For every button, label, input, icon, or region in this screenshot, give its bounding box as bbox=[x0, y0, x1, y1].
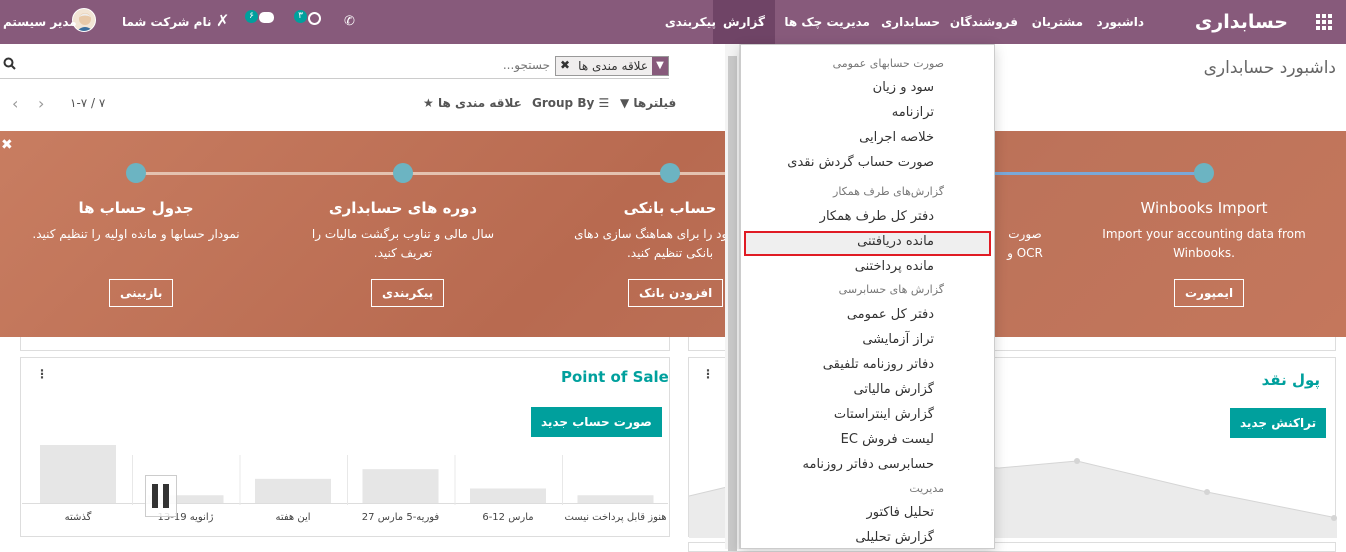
step-title: دوره های حسابداری bbox=[328, 199, 478, 217]
menu-item[interactable]: گزارش تحلیلی bbox=[855, 530, 934, 545]
menu-section-header: گزارش های حسابرسی bbox=[838, 283, 944, 296]
menu-item[interactable]: خلاصه اجرایی bbox=[859, 130, 934, 145]
chart-bar[interactable] bbox=[40, 445, 116, 503]
step-description: سال مالی و تناوب برگشت مالیات را تعریف ک… bbox=[311, 227, 495, 260]
close-icon[interactable]: ✖ bbox=[1, 137, 13, 153]
onboarding-step-chart-of-accounts: جدول حساب ها نمودار حسابها و مانده اولیه… bbox=[16, 131, 256, 337]
card-stub bbox=[20, 337, 670, 351]
step-dot bbox=[126, 163, 146, 183]
step-dot bbox=[1194, 163, 1214, 183]
menu-item[interactable]: صورت حساب گردش نقدی bbox=[787, 155, 934, 170]
menu-item[interactable]: مانده دریافتنی bbox=[857, 234, 934, 249]
menu-item[interactable]: دفتر کل طرف همکار bbox=[820, 209, 934, 224]
new-transaction-button[interactable]: تراکنش جدید bbox=[1230, 408, 1327, 438]
menu-item[interactable]: ترازنامه bbox=[892, 105, 934, 120]
page-title: داشبورد حسابداری bbox=[1203, 58, 1336, 78]
step-description: Import your accounting data from Winbook… bbox=[1102, 227, 1306, 260]
chart-bar[interactable] bbox=[470, 488, 546, 504]
reporting-dropdown: صورت حسابهای عمومی سود و زیان ترازنامه خلاص… bbox=[740, 44, 995, 549]
menu-item[interactable]: تراز آزمایشی bbox=[862, 332, 934, 347]
chart-tick-label: این هفته bbox=[275, 512, 311, 523]
scrollbar-thumb[interactable] bbox=[728, 56, 737, 551]
pager-previous-button[interactable]: ‹ bbox=[12, 94, 18, 113]
add-bank-button[interactable]: افزودن بانک bbox=[628, 279, 724, 307]
onboarding-banner: ✖ جدول حساب ها نمودار حسابها و مانده اول… bbox=[0, 131, 1346, 337]
nav-customers[interactable]: مشتریان bbox=[1032, 0, 1083, 44]
facet-label: علاقه مندی ها bbox=[578, 59, 648, 73]
nav-dashboard[interactable]: داشبورد bbox=[1096, 0, 1144, 44]
nav-cheque-management[interactable]: مدیریت چک ها bbox=[784, 0, 870, 44]
nav-reporting[interactable]: گزارش bbox=[712, 0, 775, 44]
chart-bar[interactable] bbox=[362, 469, 439, 503]
phone-icon[interactable]: ✆ bbox=[344, 14, 355, 29]
chart-tick-label: هنوز قابل پرداخت نیست bbox=[564, 512, 667, 523]
pager-next-button[interactable]: › bbox=[38, 94, 44, 113]
menu-item[interactable]: گزارش اینتراستات bbox=[834, 407, 934, 422]
pos-chart bbox=[40, 445, 654, 505]
onboarding-step-winbooks: Winbooks Import Import your accounting d… bbox=[1084, 131, 1324, 337]
menu-item[interactable]: دفتر کل عمومی bbox=[847, 307, 934, 322]
debug-tools-icon[interactable]: ✗ bbox=[216, 11, 229, 30]
card-title[interactable]: پول نقد bbox=[1262, 371, 1320, 389]
chart-tick-label: 27 فوریه-5 مارس bbox=[361, 512, 440, 523]
card-options-icon[interactable]: ⋮ bbox=[702, 367, 714, 381]
new-invoice-button[interactable]: صورت حساب جدید bbox=[531, 407, 662, 437]
list-icon: ☰ bbox=[598, 96, 610, 110]
nav-configuration[interactable]: پیکربندی bbox=[665, 0, 716, 44]
chart-tick-label: 6-12 مارس bbox=[482, 512, 534, 523]
card-title[interactable]: Point of Sale bbox=[561, 368, 669, 386]
chart-bar[interactable] bbox=[577, 495, 654, 503]
step-title: Winbooks Import bbox=[1140, 199, 1268, 217]
search-input[interactable] bbox=[20, 56, 550, 74]
filter-icon: ▼ bbox=[652, 57, 668, 75]
menu-item[interactable]: تحلیل فاکتور bbox=[867, 505, 935, 520]
step-dot bbox=[393, 163, 413, 183]
onboarding-step-fiscal-periods: دوره های حسابداری سال مالی و تناوب برگشت… bbox=[283, 131, 523, 337]
search-facet[interactable]: ▼ علاقه مندی ها ✖ bbox=[555, 56, 669, 76]
step-description: صورت OCR و bbox=[1007, 227, 1043, 260]
import-button[interactable]: ایمپورت bbox=[1174, 279, 1245, 307]
menu-section-header: گزارش‌های طرف همکار bbox=[833, 185, 944, 198]
apps-grid-icon[interactable] bbox=[1316, 14, 1332, 30]
search-icon[interactable] bbox=[3, 57, 16, 73]
menu-item[interactable]: دفاتر روزنامه تلفیقی bbox=[823, 357, 934, 372]
configure-button[interactable]: پیکربندی bbox=[371, 279, 445, 307]
menu-scrollbar[interactable] bbox=[725, 44, 740, 551]
step-description: نمودار حسابها و مانده اولیه را تنظیم کنی… bbox=[32, 227, 240, 241]
favorites-button[interactable]: ★ علاقه مندی ها bbox=[423, 96, 522, 110]
menu-section-header: صورت حسابهای عمومی bbox=[832, 57, 944, 70]
messages-badge: ۶ bbox=[245, 10, 258, 23]
step-title: جدول حساب ها bbox=[78, 199, 194, 217]
review-button[interactable]: بازبینی bbox=[109, 279, 174, 307]
step-dot bbox=[660, 163, 680, 183]
filter-icon: ▼ bbox=[620, 96, 630, 110]
groupby-button[interactable]: Group By ☰ bbox=[532, 96, 609, 110]
chart-tick-label: گذشته bbox=[64, 512, 92, 523]
company-switcher[interactable]: نام شرکت شما bbox=[122, 0, 211, 44]
star-icon: ★ bbox=[423, 96, 434, 110]
user-menu[interactable]: مدیر سیستم bbox=[3, 0, 77, 44]
menu-item[interactable]: لیست فروش EC bbox=[841, 432, 934, 447]
chat-icon[interactable] bbox=[259, 12, 274, 23]
nav-vendors[interactable]: فروشندگان bbox=[950, 0, 1018, 44]
filters-button[interactable]: ▼ فیلترها bbox=[620, 96, 676, 110]
app-brand[interactable]: حسابداری bbox=[1195, 0, 1288, 44]
card-options-icon[interactable]: ⋮ bbox=[36, 367, 48, 381]
clock-icon[interactable] bbox=[308, 12, 321, 25]
nav-accounting[interactable]: حسابداری bbox=[881, 0, 940, 44]
menu-item[interactable]: سود و زیان bbox=[873, 80, 934, 95]
pause-icon[interactable] bbox=[145, 475, 177, 517]
activities-badge: ۳ bbox=[294, 10, 307, 23]
chart-bar[interactable] bbox=[255, 478, 331, 503]
top-navbar: حسابداری داشبورد مشتریان فروشندگان حسابد… bbox=[0, 0, 1346, 44]
pager-value[interactable]: ۱-۷ / ۷ bbox=[70, 96, 105, 110]
menu-item[interactable]: مانده پرداختنی bbox=[855, 259, 934, 274]
menu-item[interactable]: گزارش مالیاتی bbox=[854, 382, 934, 397]
menu-section-header: مدیریت bbox=[909, 482, 944, 495]
menu-item[interactable]: حسابرسی دفاتر روزنامه bbox=[803, 457, 934, 472]
facet-remove-icon[interactable]: ✖ bbox=[560, 58, 570, 72]
onboarding-step-ocr: صورت OCR و bbox=[995, 131, 1055, 337]
